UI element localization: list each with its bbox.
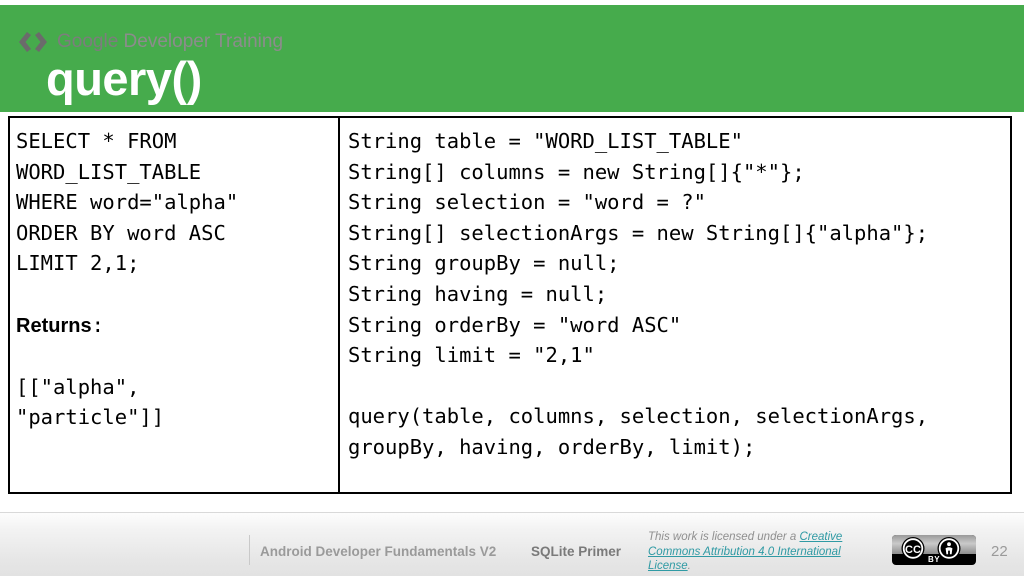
sql-panel-spacer (16, 279, 338, 310)
lesson-name: SQLite Primer (531, 544, 622, 559)
returns-spacer (16, 341, 338, 372)
license-notice: This work is licensed under a Creative C… (648, 530, 878, 574)
logo-suffix: Developer Training (118, 31, 284, 52)
returns-label-colon: : (91, 312, 104, 337)
java-declarations-code: String table = "WORD_LIST_TABLE" String[… (348, 129, 929, 368)
license-prefix: This work is licensed under a (648, 531, 800, 543)
slide-header-banner: query() (0, 5, 1024, 112)
creative-commons-by-badge: CC BY (892, 535, 976, 565)
returns-value: [["alpha", "particle"]] (16, 374, 165, 430)
content-box: SELECT * FROM WORD_LIST_TABLE WHERE word… (8, 116, 1012, 494)
course-name: Android Developer Fundamentals V2 (260, 544, 497, 559)
sql-panel: SELECT * FROM WORD_LIST_TABLE WHERE word… (10, 118, 340, 492)
code-brackets-icon (18, 31, 48, 53)
sql-query-code: SELECT * FROM WORD_LIST_TABLE WHERE word… (16, 129, 239, 276)
java-panel: String table = "WORD_LIST_TABLE" String[… (340, 118, 1010, 492)
logo-brand: Google (57, 31, 119, 52)
page-number: 22 (991, 543, 1008, 560)
java-panel-spacer (348, 371, 1010, 402)
cc-by-label: BY (927, 555, 941, 564)
logo-text: Google Developer Training (57, 31, 283, 53)
page-title: query() (46, 52, 202, 105)
returns-label-text: Returns (16, 314, 92, 337)
java-query-call-code: query(table, columns, selection, selecti… (348, 404, 929, 459)
license-suffix: . (687, 560, 691, 572)
returns-label: Returns: (16, 310, 338, 342)
google-developer-training-logo: Google Developer Training (18, 31, 283, 53)
footer-divider (249, 535, 250, 565)
